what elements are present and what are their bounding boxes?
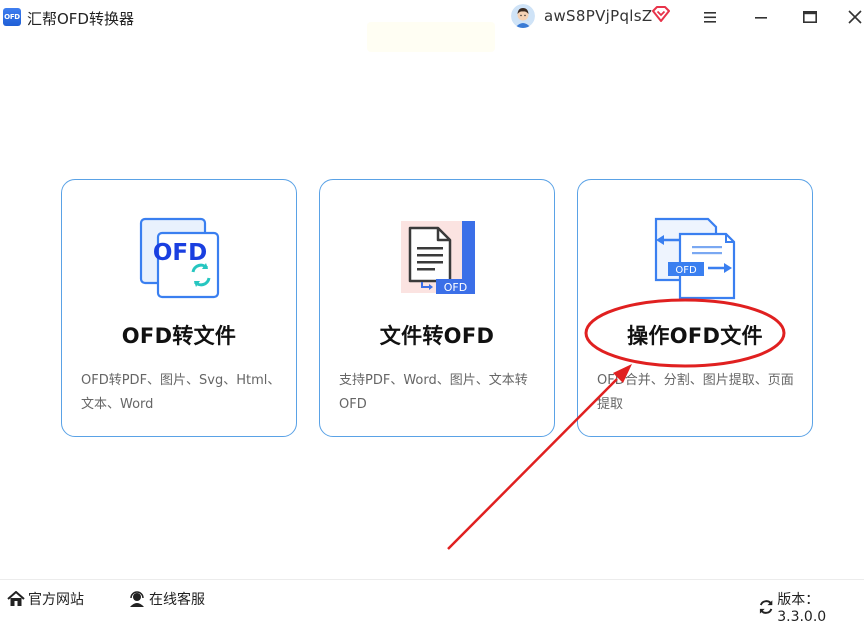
official-website-label: 官方网站 [28, 592, 84, 608]
username[interactable]: awS8PVjPqlsZ [544, 7, 652, 25]
card-title: 操作OFD文件 [627, 324, 763, 348]
menu-icon[interactable] [700, 8, 720, 26]
maximize-icon[interactable] [800, 8, 820, 26]
home-icon [7, 591, 25, 606]
card-ofd-to-file[interactable]: OFD OFD转文件 OFD转PDF、图片、Svg、Html、文本、Word [61, 179, 297, 437]
ofd-icon-label: OFD [675, 265, 697, 276]
ofd-operate-icon: OFD [652, 216, 742, 302]
ofd-icon-label: OFD [444, 281, 467, 294]
headset-icon [130, 591, 144, 607]
minimize-icon[interactable] [751, 8, 771, 26]
refresh-icon [759, 600, 773, 614]
card-description: OFD转PDF、图片、Svg、Html、文本、Word [81, 373, 281, 412]
document-to-ofd-icon: OFD [394, 216, 484, 302]
app-logo: OFD [3, 8, 21, 26]
online-service-link[interactable]: 在线客服 [128, 589, 205, 609]
version-label: 版本：3.3.0.0 [777, 592, 827, 625]
app-title: 汇帮OFD转换器 [27, 10, 134, 28]
user-avatar[interactable] [511, 4, 535, 28]
card-description: 支持PDF、Word、图片、文本转OFD [339, 373, 528, 412]
ofd-convert-icon: OFD [136, 216, 226, 302]
banner-placeholder [367, 22, 495, 52]
card-title: 文件转OFD [379, 324, 495, 348]
card-description: OFD合并、分割、图片提取、页面提取 [597, 373, 794, 412]
ofd-icon-label: OFD [153, 240, 207, 266]
card-title: OFD转文件 [121, 324, 237, 348]
official-website-link[interactable]: 官方网站 [7, 589, 84, 609]
title-bar: OFD 汇帮OFD转换器 awS8PVjPqlsZ [0, 0, 864, 52]
version-info: 版本：3.3.0.0 [758, 589, 864, 625]
vip-diamond-icon[interactable] [652, 6, 670, 22]
card-file-to-ofd[interactable]: OFD 文件转OFD 支持PDF、Word、图片、文本转OFD [319, 179, 555, 437]
close-icon[interactable] [845, 8, 864, 26]
card-operate-ofd[interactable]: OFD 操作OFD文件 OFD合并、分割、图片提取、页面提取 [577, 179, 813, 437]
online-service-label: 在线客服 [149, 592, 205, 608]
footer: 官方网站 在线客服 版本：3.3.0.0 [0, 579, 864, 625]
